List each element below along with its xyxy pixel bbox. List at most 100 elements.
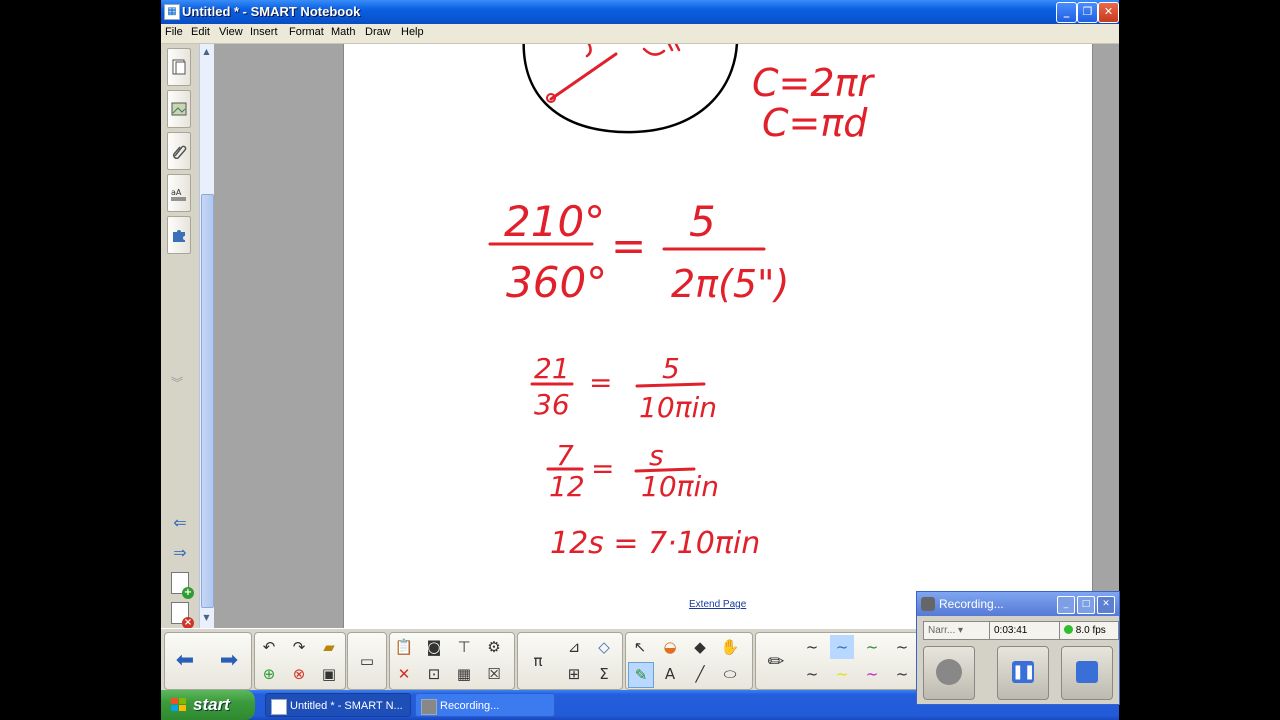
properties-tab[interactable]: aA <box>167 174 191 212</box>
next-page-button[interactable]: ⇒ <box>169 544 191 562</box>
record-button[interactable] <box>923 646 975 700</box>
redo-icon[interactable]: ↷ <box>287 635 311 659</box>
shape-eraser-icon[interactable]: ⬭ <box>718 662 742 686</box>
paperclip-icon <box>172 145 187 159</box>
menu-file[interactable]: File <box>165 26 183 38</box>
page-nav-group: ⬅ ➡ <box>164 632 252 690</box>
extend-page-link[interactable]: Extend Page <box>689 599 746 610</box>
minimize-button[interactable]: _ <box>1056 2 1077 23</box>
menu-draw[interactable]: Draw <box>365 26 391 38</box>
task-smart-notebook[interactable]: Untitled * - SMART N... <box>265 693 411 717</box>
recorder-icon <box>421 699 437 715</box>
audio-source-label: Narr... <box>928 625 956 636</box>
pen-style-dark[interactable]: ~ <box>890 635 914 659</box>
task-label: Untitled * - SMART N... <box>290 700 403 712</box>
attachments-tab[interactable] <box>167 132 191 170</box>
menu-math[interactable]: Math <box>331 26 355 38</box>
menu-view[interactable]: View <box>219 26 243 38</box>
previous-page-button[interactable]: ⇐ <box>169 514 191 532</box>
forward-arrow-icon[interactable]: ➡ <box>217 649 241 673</box>
line-icon[interactable]: ╱ <box>688 662 712 686</box>
delete-page-button[interactable]: × <box>171 602 194 629</box>
addons-tab[interactable] <box>167 216 191 254</box>
menu-help[interactable]: Help <box>401 26 424 38</box>
circumference-formula-2: C=πd <box>762 101 868 145</box>
menu-insert[interactable]: Insert <box>250 26 278 38</box>
radius-line <box>549 52 618 101</box>
scrollbar-thumb[interactable] <box>201 194 214 608</box>
notebook-page[interactable]: C=2πr C=πd 210° 360° = 5 2π(5") 21 36 = … <box>343 44 1093 628</box>
recording-maximize-button[interactable]: □ <box>1077 596 1095 614</box>
eq3-num-right: s <box>649 439 664 472</box>
pens-icon[interactable]: ✎ <box>628 662 654 688</box>
undo-icon[interactable]: ↶ <box>257 635 281 659</box>
settings-icon[interactable]: ⚙ <box>482 635 506 659</box>
add-page-button[interactable]: + <box>171 572 194 599</box>
scroll-down-arrow[interactable]: ▼ <box>201 612 212 624</box>
recording-time: 0:03:41 <box>989 621 1061 640</box>
close-box-icon[interactable]: ☒ <box>482 662 506 686</box>
select-arrow-icon[interactable]: ↖ <box>628 635 652 659</box>
shapes-icon[interactable]: ◇ <box>592 635 616 659</box>
scroll-up-arrow[interactable]: ▲ <box>201 46 212 58</box>
pen-icon[interactable]: ✏ <box>764 649 788 673</box>
workspace: C=2πr C=πd 210° 360° = 5 2π(5") 21 36 = … <box>213 44 1119 628</box>
gallery-tab[interactable] <box>167 90 191 128</box>
menu-edit[interactable]: Edit <box>191 26 210 38</box>
pen-style-green[interactable]: ~ <box>860 635 884 659</box>
recorder-icon <box>921 597 935 611</box>
task-recording[interactable]: Recording... <box>415 693 555 717</box>
delete-icon[interactable]: ✕ <box>392 662 416 686</box>
table-icon[interactable]: ▦ <box>452 662 476 686</box>
sidebar-scrollbar[interactable]: ▲ ▼ <box>199 44 214 628</box>
gallery-icon <box>171 102 187 116</box>
menu-format[interactable]: Format <box>289 26 324 38</box>
eq3-equals: = <box>591 452 614 485</box>
magic-pen-icon[interactable]: ✋ <box>718 635 742 659</box>
close-button[interactable]: ✕ <box>1098 2 1119 23</box>
window-title: Untitled * - SMART Notebook <box>182 4 361 19</box>
pen-style-dashed[interactable]: ~ <box>890 662 914 686</box>
pen-style-magenta[interactable]: ~ <box>860 662 884 686</box>
eq1-den-right: 2π(5") <box>671 262 789 306</box>
back-arrow-icon[interactable]: ⬅ <box>173 649 197 673</box>
recording-minimize-button[interactable]: _ <box>1057 596 1075 614</box>
pen-style-blue[interactable]: ~ <box>830 635 854 659</box>
recording-title-bar[interactable]: Recording... _ □ ✕ <box>917 592 1119 616</box>
add-page-icon[interactable]: ⊕ <box>257 662 281 686</box>
fill-icon[interactable]: ◒ <box>658 635 682 659</box>
audio-source-dropdown[interactable]: Narr... ▾ <box>923 621 991 640</box>
graph-icon[interactable]: ⊿ <box>562 635 586 659</box>
screen-icon[interactable]: ⊡ <box>422 662 446 686</box>
eq2-num-right: 5 <box>662 352 680 385</box>
table-icon[interactable]: ⊞ <box>562 662 586 686</box>
page-sorter-tab[interactable] <box>167 48 191 86</box>
notebook-icon: ▦ <box>164 4 180 20</box>
pen-style-gray[interactable]: ~ <box>800 662 824 686</box>
pause-button[interactable]: ❚❚ <box>997 646 1049 700</box>
radius-label-5in <box>642 44 681 56</box>
sigma-icon[interactable]: Σ <box>592 662 616 686</box>
recording-close-button[interactable]: ✕ <box>1097 596 1115 614</box>
display-group: ▭ <box>347 632 387 690</box>
math-pi-icon[interactable]: π <box>526 649 550 673</box>
open-folder-icon[interactable]: ▰ <box>317 635 341 659</box>
delete-page-icon[interactable]: ⊗ <box>287 662 311 686</box>
pen-style-black[interactable]: ~ <box>800 635 824 659</box>
screen-shade-icon[interactable]: ▭ <box>355 649 379 673</box>
paste-icon[interactable]: 📋 <box>392 635 416 659</box>
stop-button[interactable] <box>1061 646 1113 700</box>
plus-icon: + <box>182 587 194 599</box>
eraser-icon[interactable]: ◆ <box>688 635 712 659</box>
pen-style-yellow[interactable]: ~ <box>830 662 854 686</box>
title-bar[interactable]: ▦ Untitled * - SMART Notebook _ ❐ ✕ <box>161 0 1119 24</box>
text-icon[interactable]: A <box>658 662 682 686</box>
maximize-button[interactable]: ❐ <box>1077 2 1098 23</box>
save-icon[interactable]: ▣ <box>317 662 341 686</box>
capture-icon[interactable]: ◙ <box>422 635 446 659</box>
dual-page-icon[interactable]: ⊤ <box>452 635 476 659</box>
eq2-den-left: 36 <box>534 388 570 421</box>
ink-canvas[interactable]: C=2πr C=πd 210° 360° = 5 2π(5") 21 36 = … <box>344 44 1092 628</box>
start-button[interactable]: start <box>161 690 255 720</box>
collapse-handle[interactable]: ︾ <box>171 374 183 391</box>
